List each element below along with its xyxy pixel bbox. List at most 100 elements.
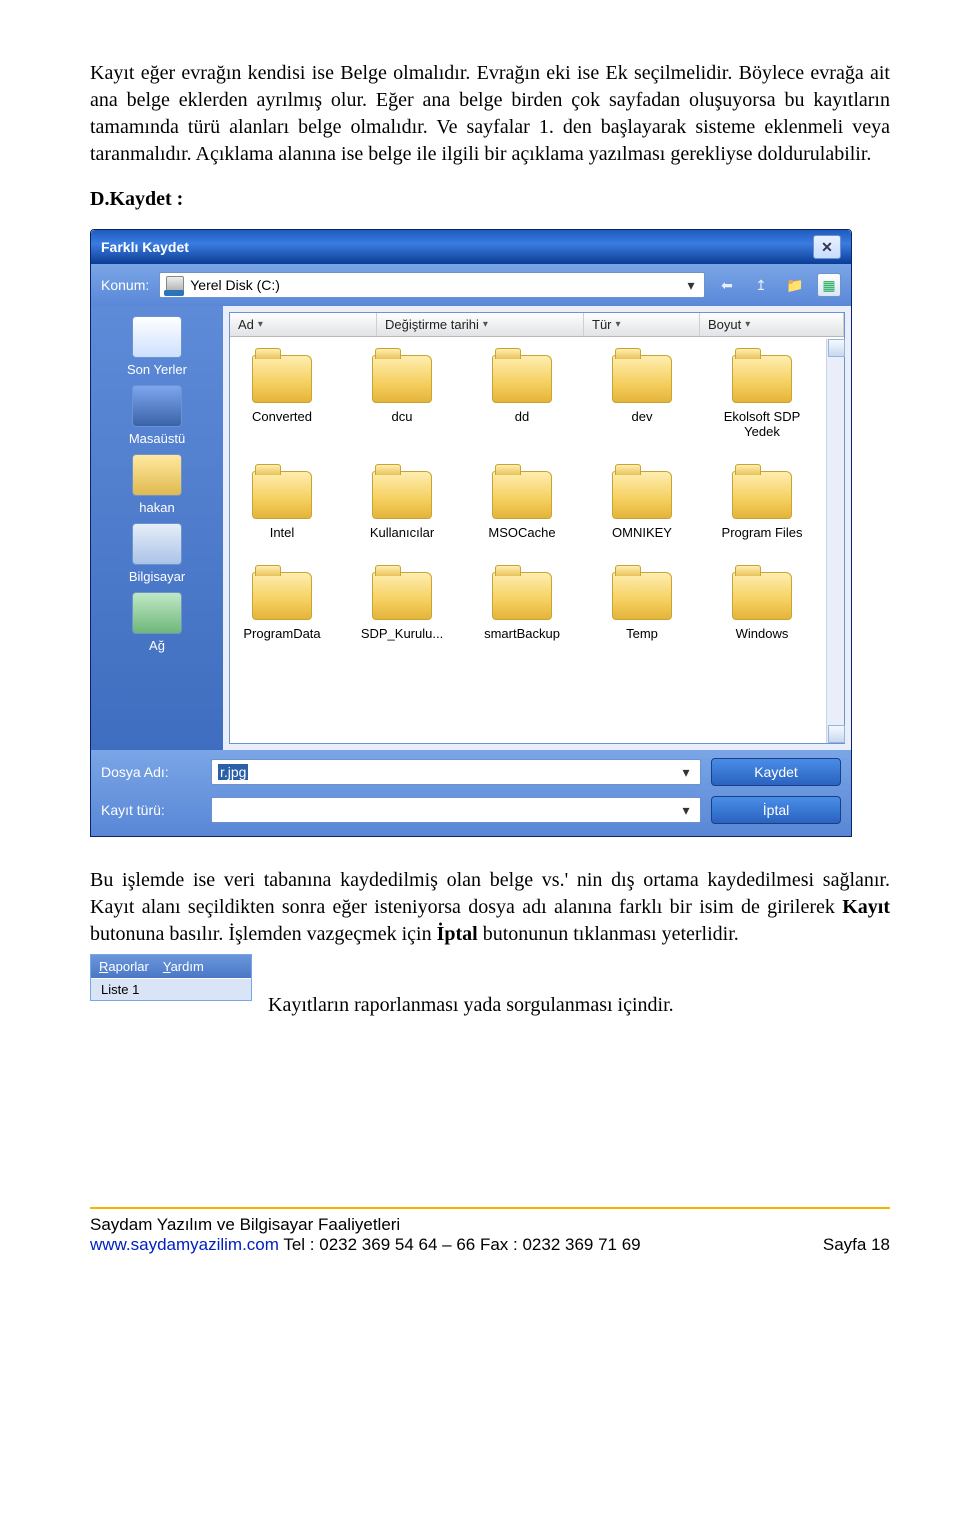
folder-label: Temp	[598, 626, 686, 641]
col-size[interactable]: Boyut▾	[700, 313, 844, 336]
folder-icon	[252, 572, 312, 620]
dialog-title: Farklı Kaydet	[101, 239, 189, 255]
filename-label: Dosya Adı:	[101, 764, 201, 780]
folder-icon	[732, 471, 792, 519]
paragraph-1: Kayıt eğer evrağın kendisi ise Belge olm…	[90, 60, 890, 168]
toolbar-tab[interactable]: Liste 1	[91, 978, 251, 1000]
drive-icon	[166, 276, 184, 294]
col-date[interactable]: Değiştirme tarihi▾	[377, 313, 584, 336]
footer-phones: Tel : 0232 369 54 64 – 66 Fax : 0232 369…	[279, 1235, 641, 1254]
place-desktop[interactable]: Masaüstü	[97, 383, 217, 446]
filename-value: r.jpg	[218, 764, 248, 780]
place-recent[interactable]: Son Yerler	[97, 314, 217, 377]
folder-icon	[372, 355, 432, 403]
location-value: Yerel Disk (C:)	[190, 277, 280, 293]
folder-item[interactable]: Temp	[598, 572, 686, 641]
footer-page-number: Sayfa 18	[823, 1235, 890, 1255]
folder-label: MSOCache	[478, 525, 566, 540]
folder-item[interactable]: Converted	[238, 355, 326, 439]
location-label: Konum:	[101, 277, 149, 293]
dialog-bottom: Dosya Adı: r.jpg ▾ Kaydet Kayıt türü: ▾ …	[91, 750, 851, 836]
folder-item[interactable]: smartBackup	[478, 572, 566, 641]
location-row: Konum: Yerel Disk (C:) ▾ ⬅ ↥ 📁 ▦	[91, 264, 851, 306]
page-footer: Saydam Yazılım ve Bilgisayar Faaliyetler…	[90, 1215, 890, 1255]
place-label: hakan	[139, 500, 174, 515]
folder-grid: Converted dcu dd dev Ekolsoft SDP Yedek Intel…	[230, 337, 844, 659]
folder-label: Program Files	[718, 525, 806, 540]
scrollbar[interactable]	[826, 339, 844, 743]
folder-icon	[732, 355, 792, 403]
folder-icon	[612, 471, 672, 519]
folder-icon	[252, 355, 312, 403]
close-icon[interactable]: ✕	[813, 235, 841, 259]
filename-input[interactable]: r.jpg ▾	[211, 759, 701, 785]
folder-item[interactable]: dd	[478, 355, 566, 439]
footer-company: Saydam Yazılım ve Bilgisayar Faaliyetler…	[90, 1215, 890, 1235]
folder-label: smartBackup	[478, 626, 566, 641]
place-label: Ağ	[149, 638, 165, 653]
reports-toolbar: RRaporlaraporlar Yardım Liste 1	[90, 954, 252, 1001]
folder-label: OMNIKEY	[598, 525, 686, 540]
place-computer[interactable]: Bilgisayar	[97, 521, 217, 584]
folder-label: Intel	[238, 525, 326, 540]
folder-item[interactable]: SDP_Kurulu...	[358, 572, 446, 641]
folder-item[interactable]: Program Files	[718, 471, 806, 540]
toolbar-menu: RRaporlaraporlar Yardım	[91, 955, 251, 978]
filetype-input[interactable]: ▾	[211, 797, 701, 823]
folder-icon	[612, 355, 672, 403]
folder-icon	[372, 572, 432, 620]
back-icon[interactable]: ⬅	[715, 273, 739, 297]
filetype-label: Kayıt türü:	[101, 802, 201, 818]
cancel-button[interactable]: İptal	[711, 796, 841, 824]
folder-item[interactable]: Kullanıcılar	[358, 471, 446, 540]
folder-icon	[372, 471, 432, 519]
place-label: Son Yerler	[127, 362, 187, 377]
folder-item[interactable]: Windows	[718, 572, 806, 641]
dialog-title-bar: Farklı Kaydet ✕	[91, 230, 851, 264]
new-folder-icon[interactable]: 📁	[783, 273, 807, 297]
folder-label: dev	[598, 409, 686, 424]
folder-icon	[492, 355, 552, 403]
toolbar-caption: Kayıtların raporlanması yada sorgulanmas…	[268, 986, 674, 1017]
save-button[interactable]: Kaydet	[711, 758, 841, 786]
column-headers: Ad▾ Değiştirme tarihi▾ Tür▾ Boyut▾	[230, 313, 844, 337]
location-combo[interactable]: Yerel Disk (C:) ▾	[159, 272, 705, 298]
menu-help[interactable]: Yardım	[163, 959, 204, 974]
place-user[interactable]: hakan	[97, 452, 217, 515]
folder-label: dcu	[358, 409, 446, 424]
folder-item[interactable]: MSOCache	[478, 471, 566, 540]
folder-item[interactable]: dcu	[358, 355, 446, 439]
chevron-down-icon: ▾	[678, 802, 694, 819]
folder-item[interactable]: Intel	[238, 471, 326, 540]
folder-icon	[492, 572, 552, 620]
place-network[interactable]: Ağ	[97, 590, 217, 653]
folder-item[interactable]: Ekolsoft SDP Yedek	[718, 355, 806, 439]
menu-reports[interactable]: RRaporlaraporlar	[99, 959, 149, 974]
places-sidebar: Son Yerler Masaüstü hakan Bilgisayar Ağ	[91, 306, 223, 750]
folder-label: ProgramData	[238, 626, 326, 641]
folder-label: Kullanıcılar	[358, 525, 446, 540]
save-dialog: Farklı Kaydet ✕ Konum: Yerel Disk (C:) ▾…	[90, 229, 852, 837]
folder-label: Windows	[718, 626, 806, 641]
folder-label: Converted	[238, 409, 326, 424]
folder-icon	[612, 572, 672, 620]
folder-icon	[252, 471, 312, 519]
place-label: Masaüstü	[129, 431, 185, 446]
folder-label: SDP_Kurulu...	[358, 626, 446, 641]
section-heading: D.Kaydet :	[90, 188, 890, 211]
footer-divider	[90, 1207, 890, 1209]
folder-label: dd	[478, 409, 566, 424]
col-type[interactable]: Tür▾	[584, 313, 700, 336]
col-name[interactable]: Ad▾	[230, 313, 377, 336]
folder-item[interactable]: ProgramData	[238, 572, 326, 641]
view-mode-icon[interactable]: ▦	[817, 273, 841, 297]
paragraph-2: Bu işlemde ise veri tabanına kaydedilmiş…	[90, 867, 890, 948]
up-icon[interactable]: ↥	[749, 273, 773, 297]
folder-label: Ekolsoft SDP Yedek	[718, 409, 806, 439]
folder-icon	[492, 471, 552, 519]
folder-item[interactable]: OMNIKEY	[598, 471, 686, 540]
folder-item[interactable]: dev	[598, 355, 686, 439]
place-label: Bilgisayar	[129, 569, 185, 584]
footer-website: www.saydamyazilim.com	[90, 1235, 279, 1254]
chevron-down-icon: ▾	[684, 277, 698, 294]
